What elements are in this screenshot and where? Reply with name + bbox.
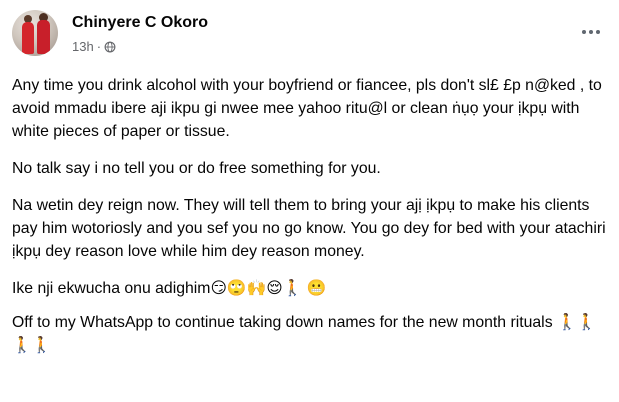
post-paragraph: Na wetin dey reign now. They will tell t… [12,197,606,260]
facebook-post: Chinyere C Okoro 13h · Any time you drin… [0,0,619,402]
author-avatar[interactable] [12,10,58,56]
author-name[interactable]: Chinyere C Okoro [72,14,208,32]
post-paragraph: Ike nji ekwucha onu adighim😏🙄🙌😌🚶 😬 [12,280,327,297]
globe-icon[interactable] [104,41,116,53]
post-meta: 13h · [72,39,116,54]
avatar-figure-dress [22,22,34,54]
more-dot [582,30,586,34]
more-dot [589,30,593,34]
post-header: Chinyere C Okoro 13h · [10,6,610,60]
avatar-figure-dress [37,20,50,54]
more-dot [596,30,600,34]
post-timestamp[interactable]: 13h [72,39,94,54]
more-options-icon[interactable] [577,22,605,42]
post-paragraph: Any time you drink alcohol with your boy… [12,77,602,140]
post-paragraph: No talk say i no tell you or do free som… [12,160,381,177]
meta-separator: · [96,39,102,54]
post-paragraph: Off to my WhatsApp to continue taking do… [12,314,597,354]
post-body: Any time you drink alcohol with your boy… [12,74,608,371]
